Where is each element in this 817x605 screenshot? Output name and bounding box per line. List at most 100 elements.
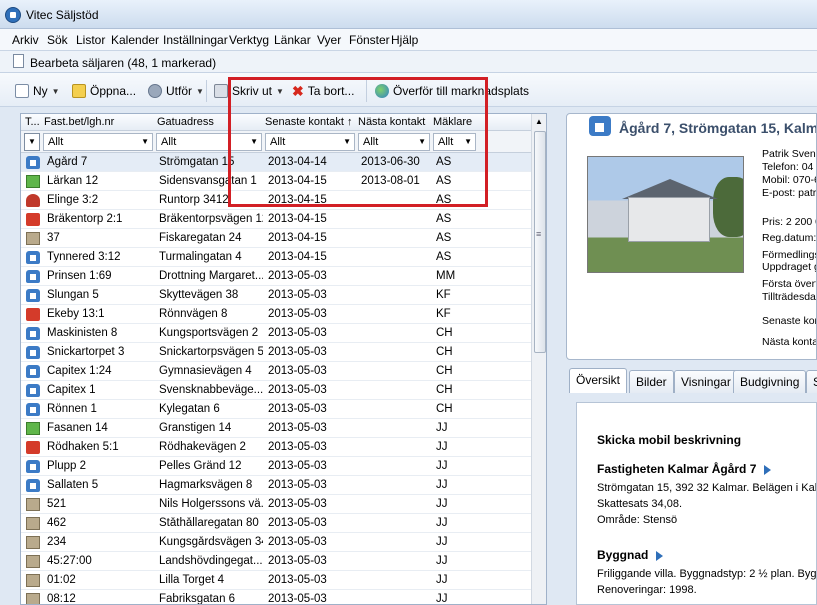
send-mobile-description-link[interactable]: Skicka mobil beskrivning — [597, 433, 741, 447]
cell-last: 2013-04-15 — [268, 213, 327, 225]
cell-last: 2013-05-03 — [268, 289, 327, 301]
chevron-down-icon: ▼ — [141, 137, 149, 146]
sort-ascending-icon: ↑ — [346, 116, 353, 128]
filter-last-contact[interactable]: Allt ▼ — [265, 133, 355, 151]
table-row[interactable]: Capitex 1 Svensknabbeväge... 2013-05-03 CH — [21, 381, 531, 400]
table-row[interactable]: Elinge 3:2 Runtorp 3412 2013-04-15 AS — [21, 191, 531, 210]
house-icon — [26, 479, 40, 492]
menu-verktyg[interactable]: Verktyg — [229, 33, 269, 47]
scrollbar-thumb[interactable] — [534, 131, 546, 353]
menu-listor[interactable]: Listor — [76, 33, 105, 47]
table-row[interactable]: Ekeby 13:1 Rönnvägen 8 2013-05-03 KF — [21, 305, 531, 324]
vertical-scrollbar[interactable]: ▲ ≡ — [531, 114, 546, 604]
table-row[interactable]: Snickartorpet 3 Snickartorpsvägen 5 2013-0… — [21, 343, 531, 362]
scroll-grip-icon: ≡ — [536, 229, 542, 239]
cell-agent: JJ — [436, 498, 448, 510]
open-button[interactable]: Öppna... — [72, 82, 136, 100]
table-row[interactable]: Rönnen 1 Kylegatan 6 2013-05-03 CH — [21, 400, 531, 419]
menu-arkiv[interactable]: Arkiv — [12, 33, 39, 47]
document-icon — [13, 54, 24, 68]
table-row[interactable]: Capitex 1:24 Gymnasievägen 4 2013-05-03 CH — [21, 362, 531, 381]
scroll-up-arrow-icon[interactable]: ▲ — [535, 117, 543, 126]
column-header-address[interactable]: Gatuadress — [157, 116, 214, 128]
cell-address: Ståthållaregatan 80 — [159, 517, 259, 529]
table-row[interactable]: 08:12 Fabriksgatan 6 2013-05-03 JJ — [21, 590, 531, 605]
cell-last: 2013-05-03 — [268, 574, 327, 586]
document-tab-title[interactable]: Bearbeta säljaren (48, 1 markerad) — [30, 56, 216, 70]
new-button[interactable]: Ny ▼ — [15, 82, 60, 100]
property-heading[interactable]: Fastigheten Kalmar Ågård 7 — [597, 462, 772, 476]
cell-agent: CH — [436, 403, 453, 415]
table-row[interactable]: Prinsen 1:69 Drottning Margaret... 2013-05… — [21, 267, 531, 286]
cell-last: 2013-05-03 — [268, 365, 327, 377]
run-button[interactable]: Utför ▼ — [148, 82, 204, 100]
cell-last: 2013-05-03 — [268, 593, 327, 605]
table-row[interactable]: Lärkan 12 Sidensvansgatan 1 2013-04-15 2013… — [21, 172, 531, 191]
table-row[interactable]: Plupp 2 Pelles Gränd 12 2013-05-03 JJ — [21, 457, 531, 476]
cell-agent: MM — [436, 270, 456, 282]
column-header-next-contact[interactable]: Nästa kontakt — [358, 116, 425, 128]
tab-more[interactable]: S — [806, 370, 817, 393]
toolbar-separator — [206, 80, 207, 102]
table-row[interactable]: 37 Fiskaregatan 24 2013-04-15 AS — [21, 229, 531, 248]
column-header-property[interactable]: Fast.bet/lgh.nr — [44, 116, 114, 128]
cell-name: Lärkan 12 — [47, 175, 99, 187]
cell-agent: AS — [436, 213, 452, 225]
delete-button[interactable]: ✖ Ta bort... — [292, 82, 354, 100]
globe-icon — [375, 84, 389, 98]
cell-name: Capitex 1 — [47, 384, 96, 396]
print-button[interactable]: Skriv ut ▼ — [214, 82, 284, 100]
table-row[interactable]: 462 Ståthållaregatan 80 2013-05-03 JJ — [21, 514, 531, 533]
tab-overview[interactable]: Översikt — [569, 368, 628, 393]
filter-agent[interactable]: Allt ▼ — [433, 133, 476, 151]
table-row[interactable]: Fasanen 14 Granstigen 14 2013-05-03 JJ — [21, 419, 531, 438]
table-row[interactable]: 521 Nils Holgerssons vä... 2013-05-03 JJ — [21, 495, 531, 514]
column-header-last-contact[interactable]: Senaste kontakt ↑ — [265, 116, 352, 128]
menu-lankar[interactable]: Länkar — [274, 33, 311, 47]
property-photo[interactable] — [587, 156, 744, 273]
table-row[interactable]: 234 Kungsgårdsvägen 34 2013-05-03 JJ — [21, 533, 531, 552]
menu-installningar[interactable]: Inställningar — [163, 33, 228, 47]
detail-panel: Ågård 7, Strömgatan 15, Kalm Patrik Sven… — [566, 113, 817, 360]
table-row[interactable]: Slungan 5 Skyttevägen 38 2013-05-03 KF — [21, 286, 531, 305]
filter-next-contact[interactable]: Allt ▼ — [358, 133, 430, 151]
tab-bidding[interactable]: Budgivning — [733, 370, 807, 393]
table-row[interactable]: Maskinisten 8 Kungsportsvägen 2 2013-05-03… — [21, 324, 531, 343]
table-row[interactable]: 45:27:00 Landshövdingegat... 2013-05-03 JJ — [21, 552, 531, 571]
seller-phone: Telefon: 04 — [762, 161, 814, 173]
filter-property[interactable]: Allt ▼ — [43, 133, 153, 151]
menu-kalender[interactable]: Kalender — [111, 33, 159, 47]
apartment-icon — [26, 498, 40, 511]
table-row[interactable]: Sallaten 5 Hagmarksvägen 8 2013-05-03 JJ — [21, 476, 531, 495]
table-row[interactable]: Tynnered 3:12 Turmalingatan 4 2013-04-15 AS — [21, 248, 531, 267]
cell-address: Strömgatan 15 — [159, 156, 235, 168]
tab-viewings[interactable]: Visningar — [674, 370, 738, 393]
cell-agent: JJ — [436, 555, 448, 567]
cell-last: 2013-05-03 — [268, 460, 327, 472]
menu-vyer[interactable]: Vyer — [317, 33, 341, 47]
menu-fonster[interactable]: Fönster — [349, 33, 390, 47]
cell-agent: CH — [436, 327, 453, 339]
access-date: Tillträdesdag — [762, 291, 817, 303]
cell-last: 2013-05-03 — [268, 479, 327, 491]
filter-menu-button[interactable]: ▼ — [24, 133, 40, 151]
table-row[interactable]: 01:02 Lilla Torget 4 2013-05-03 JJ — [21, 571, 531, 590]
cell-agent: JJ — [436, 536, 448, 548]
building-heading-label: Byggnad — [597, 548, 649, 562]
menu-sok[interactable]: Sök — [47, 33, 68, 47]
column-header-type[interactable]: T... — [25, 116, 40, 128]
apartment-icon — [26, 574, 40, 587]
column-header-agent[interactable]: Mäklare — [433, 116, 472, 128]
transfer-marketplace-button[interactable]: Överför till marknadsplats — [375, 82, 529, 100]
building-heading[interactable]: Byggnad — [597, 548, 664, 562]
table-row[interactable]: Bräkentorp 2:1 Bräkentorpsvägen 12 2013-04… — [21, 210, 531, 229]
tab-pictures[interactable]: Bilder — [629, 370, 674, 393]
price: Pris: 2 200 0 — [762, 216, 817, 228]
table-row[interactable]: Rödhaken 5:1 Rödhakevägen 2 2013-05-03 JJ — [21, 438, 531, 457]
cell-name: Ågård 7 — [47, 156, 88, 168]
filter-address[interactable]: Allt ▼ — [156, 133, 262, 151]
cell-address: Skyttevägen 38 — [159, 289, 239, 301]
table-row[interactable]: Ågård 7 Strömgatan 15 2013-04-14 2013-06-30… — [21, 153, 531, 172]
cell-last: 2013-05-03 — [268, 441, 327, 453]
menu-hjalp[interactable]: Hjälp — [391, 33, 418, 47]
